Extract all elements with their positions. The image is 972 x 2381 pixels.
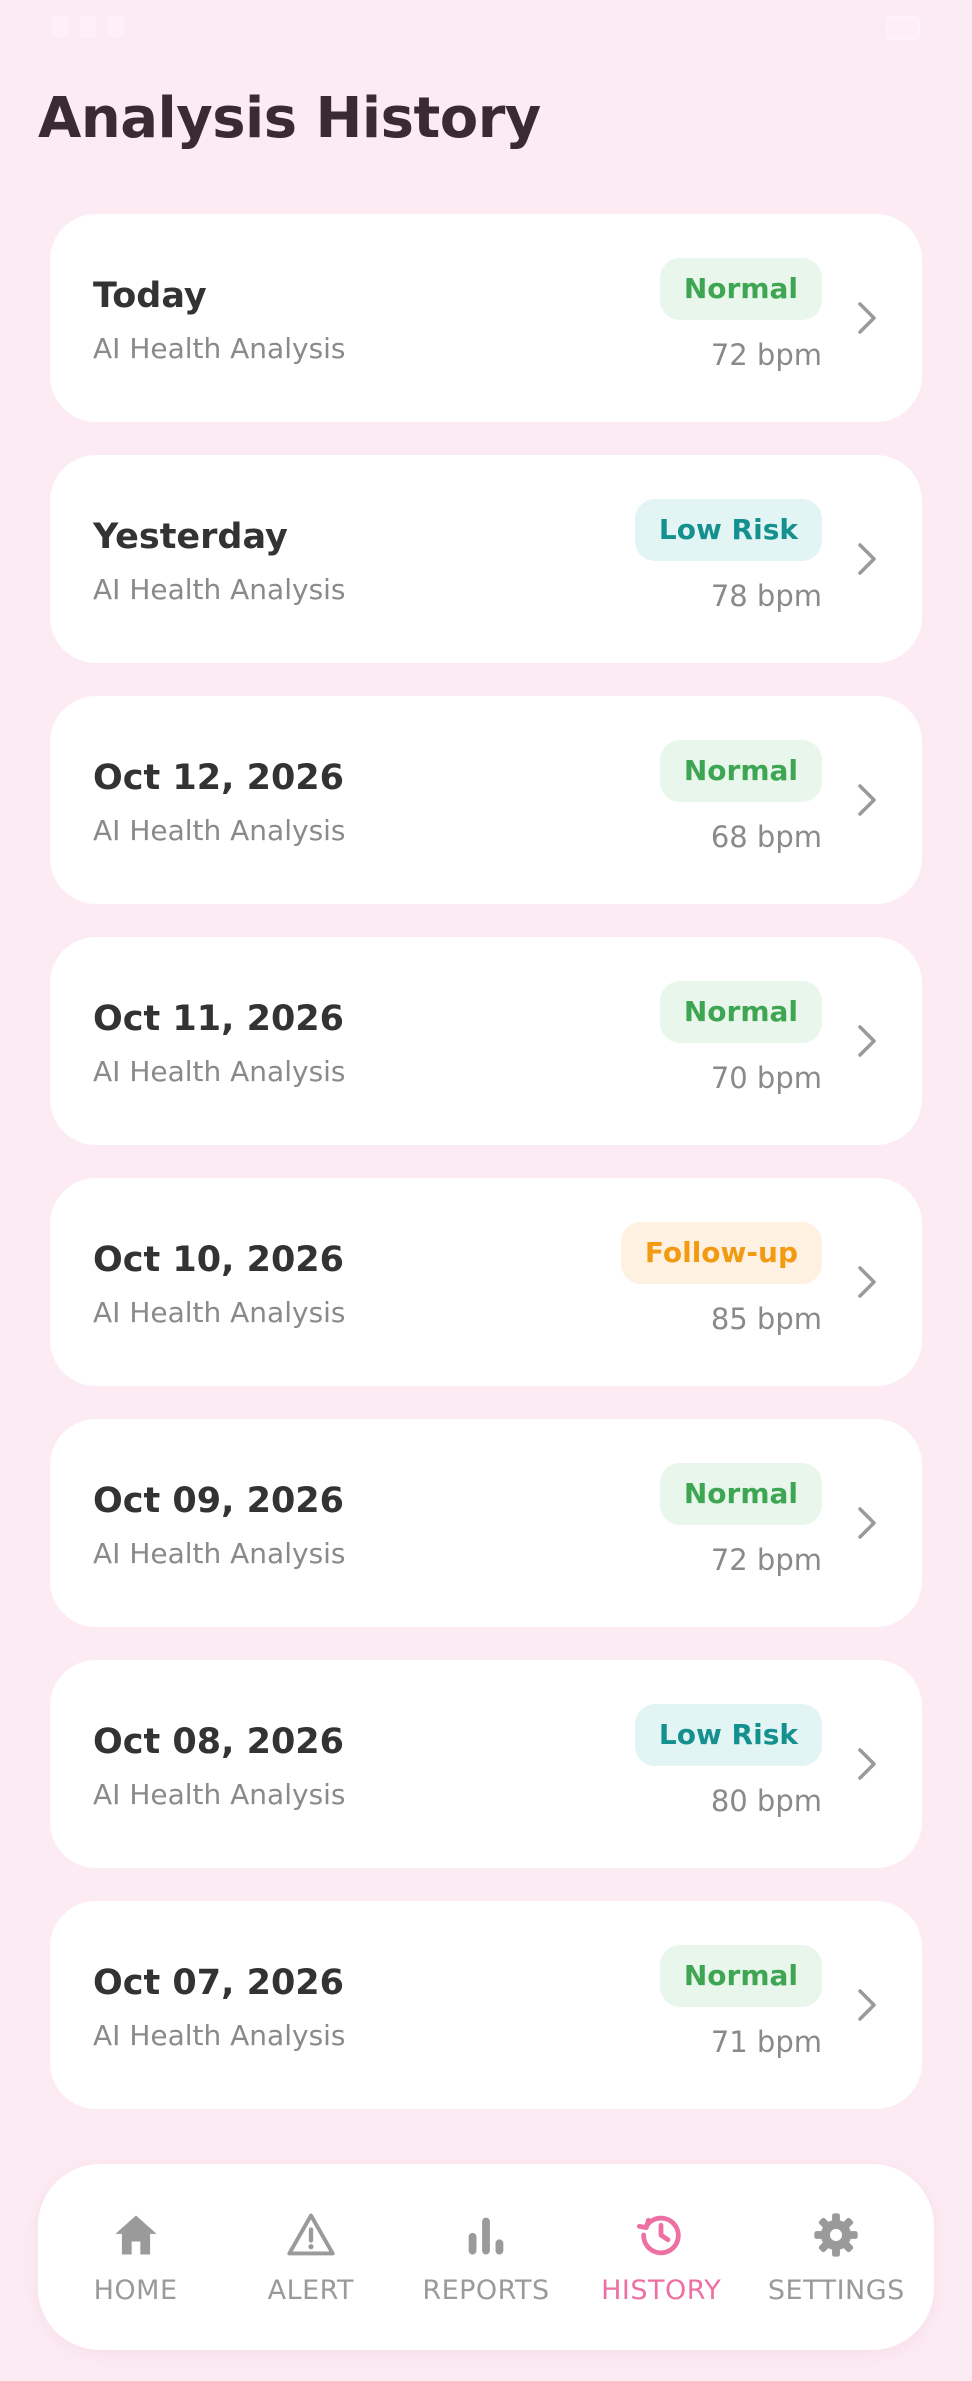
chevron-right-icon — [858, 1025, 876, 1057]
status-badge: Normal — [659, 1945, 822, 2007]
battery-icon — [886, 16, 920, 40]
card-date: Oct 09, 2026 — [93, 1481, 345, 1521]
nav-item-home[interactable]: HOME — [51, 2209, 221, 2306]
card-subtitle: AI Health Analysis — [93, 814, 346, 847]
card-subtitle: AI Health Analysis — [93, 1296, 346, 1329]
status-icons-right — [886, 16, 920, 40]
nav-label-settings: SETTINGS — [767, 2274, 905, 2306]
card-date: Oct 12, 2026 — [93, 758, 345, 798]
home-icon — [115, 2215, 157, 2254]
history-card[interactable]: Yesterday AI Health Analysis Low Risk 78… — [50, 455, 922, 663]
card-date: Oct 08, 2026 — [93, 1722, 345, 1762]
chevron-right-icon — [858, 1989, 876, 2021]
chevron-right-icon — [858, 302, 876, 334]
status-badge: Low Risk — [634, 499, 822, 561]
chevron-right-icon — [858, 1507, 876, 1539]
card-subtitle: AI Health Analysis — [93, 2019, 346, 2052]
bar-chart-icon — [468, 2217, 504, 2254]
card-subtitle: AI Health Analysis — [93, 1055, 346, 1088]
history-card[interactable]: Oct 10, 2026 AI Health Analysis Follow-u… — [50, 1178, 922, 1386]
page-title: Analysis History — [38, 86, 541, 151]
card-date: Oct 11, 2026 — [93, 999, 345, 1039]
signal-icon — [52, 16, 68, 38]
history-card[interactable]: Oct 07, 2026 AI Health Analysis Normal 7… — [50, 1901, 922, 2109]
heart-rate-value: 80 bpm — [710, 1784, 822, 1818]
history-list: Today AI Health Analysis Normal 72 bpm Y… — [50, 214, 922, 2142]
history-card[interactable]: Today AI Health Analysis Normal 72 bpm — [50, 214, 922, 422]
card-date: Today — [93, 276, 207, 316]
heart-rate-value: 78 bpm — [710, 579, 822, 613]
history-card[interactable]: Oct 11, 2026 AI Health Analysis Normal 7… — [50, 937, 922, 1145]
history-card[interactable]: Oct 09, 2026 AI Health Analysis Normal 7… — [50, 1419, 922, 1627]
nav-label-home: HOME — [93, 2274, 178, 2306]
card-subtitle: AI Health Analysis — [93, 1537, 346, 1570]
nav-item-settings[interactable]: SETTINGS — [751, 2209, 921, 2306]
chevron-right-icon — [858, 1266, 876, 1298]
gear-icon — [814, 2212, 859, 2257]
alert-triangle-icon — [287, 2213, 335, 2255]
chevron-right-icon — [858, 784, 876, 816]
status-badge: Normal — [659, 981, 822, 1043]
chevron-right-icon — [858, 543, 876, 575]
card-subtitle: AI Health Analysis — [93, 573, 346, 606]
card-subtitle: AI Health Analysis — [93, 1778, 346, 1811]
nav-item-reports[interactable]: REPORTS — [401, 2209, 571, 2306]
status-icons-left — [52, 16, 124, 38]
status-badge: Normal — [659, 1463, 822, 1525]
status-badge: Normal — [659, 258, 822, 320]
notification-icon — [80, 16, 96, 38]
status-badge: Follow-up — [620, 1222, 822, 1284]
nav-label-history: HISTORY — [601, 2274, 722, 2306]
card-subtitle: AI Health Analysis — [93, 332, 346, 365]
nav-label-alert: ALERT — [267, 2274, 354, 2306]
heart-rate-value: 71 bpm — [710, 2025, 822, 2059]
heart-rate-value: 72 bpm — [710, 338, 822, 372]
bottom-navigation: HOME ALERT REPORTS HISTORY SETTINGS — [38, 2164, 934, 2350]
heart-rate-value: 72 bpm — [710, 1543, 822, 1577]
nav-item-history[interactable]: HISTORY — [576, 2209, 746, 2306]
history-icon — [637, 2215, 681, 2255]
history-card[interactable]: Oct 12, 2026 AI Health Analysis Normal 6… — [50, 696, 922, 904]
nav-item-alert[interactable]: ALERT — [226, 2209, 396, 2306]
history-card[interactable]: Oct 08, 2026 AI Health Analysis Low Risk… — [50, 1660, 922, 1868]
chevron-right-icon — [858, 1748, 876, 1780]
card-date: Oct 10, 2026 — [93, 1240, 345, 1280]
status-badge: Low Risk — [634, 1704, 822, 1766]
status-bar — [0, 0, 972, 60]
card-date: Yesterday — [93, 517, 288, 557]
heart-rate-value: 85 bpm — [710, 1302, 822, 1336]
card-date: Oct 07, 2026 — [93, 1963, 345, 2003]
heart-rate-value: 70 bpm — [710, 1061, 822, 1095]
nav-label-reports: REPORTS — [422, 2274, 550, 2306]
heart-rate-value: 68 bpm — [710, 820, 822, 854]
wifi-icon — [108, 16, 124, 38]
status-badge: Normal — [659, 740, 822, 802]
